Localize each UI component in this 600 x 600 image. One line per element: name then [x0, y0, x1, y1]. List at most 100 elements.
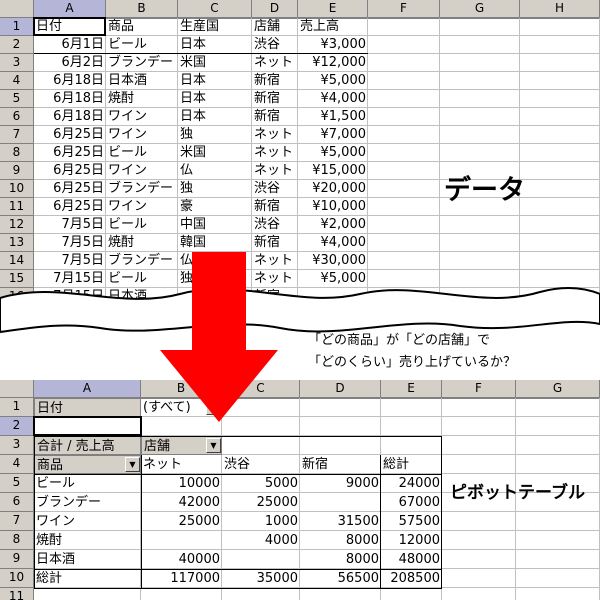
data-cell[interactable]: ネット	[252, 144, 298, 162]
data-cell[interactable]: ネット	[252, 162, 298, 180]
data-cell[interactable]: 中国	[178, 216, 252, 234]
pivot-row-item[interactable]: 焼酎	[34, 531, 141, 550]
data-cell[interactable]: 日本	[178, 36, 252, 54]
column-header-g[interactable]: G	[440, 0, 520, 18]
pivot-value-cell[interactable]: 42000	[141, 493, 222, 512]
data-cell[interactable]: 新宿	[252, 72, 298, 90]
pivot-row-header-4[interactable]: 4	[0, 455, 34, 474]
pivot-row-header-3[interactable]: 3	[0, 436, 34, 455]
data-cell[interactable]: ワイン	[106, 198, 178, 216]
header-cell[interactable]: 売上高	[298, 18, 368, 36]
pivot-value-cell[interactable]: 48000	[381, 550, 442, 569]
pivot-row-header-9[interactable]: 9	[0, 550, 34, 569]
data-cell[interactable]: ビール	[106, 36, 178, 54]
data-cell[interactable]: 米国	[178, 54, 252, 72]
data-cell[interactable]: 米国	[178, 144, 252, 162]
data-cell[interactable]: 6月18日	[34, 108, 106, 126]
pivot-value-cell[interactable]: 35000	[222, 569, 300, 588]
data-cell[interactable]: 焼酎	[106, 90, 178, 108]
header-cell[interactable]: 商品	[106, 18, 178, 36]
data-cell[interactable]: 6月25日	[34, 162, 106, 180]
pivot-value-cell[interactable]: 40000	[141, 550, 222, 569]
pivot-select-all-corner[interactable]	[0, 380, 34, 398]
data-cell[interactable]: ¥4,000	[298, 90, 368, 108]
data-cell[interactable]: ¥20,000	[298, 180, 368, 198]
pivot-value-cell[interactable]	[300, 493, 381, 512]
pivot-row-header-10[interactable]: 10	[0, 569, 34, 588]
pivot-value-cell[interactable]: 9000	[300, 474, 381, 493]
pivot-row-header-11[interactable]: 11	[0, 588, 34, 600]
row-field-dropdown-button[interactable]: ▼	[125, 457, 140, 472]
data-cell[interactable]: 日本	[178, 90, 252, 108]
pivot-column-header-e[interactable]: E	[381, 380, 442, 398]
data-cell[interactable]: 6月2日	[34, 54, 106, 72]
column-header-a[interactable]: A	[34, 0, 106, 18]
data-cell[interactable]: 新宿	[252, 90, 298, 108]
data-cell[interactable]: 焼酎	[106, 234, 178, 252]
row-header-14[interactable]: 14	[0, 252, 34, 270]
data-cell[interactable]: 豪	[178, 198, 252, 216]
pivot-value-cell[interactable]: 10000	[141, 474, 222, 493]
row-header-6[interactable]: 6	[0, 108, 34, 126]
data-cell[interactable]: 独	[178, 126, 252, 144]
row-header-7[interactable]: 7	[0, 126, 34, 144]
data-cell[interactable]: ブランデー	[106, 180, 178, 198]
pivot-value-cell[interactable]: 57500	[381, 512, 442, 531]
pivot-row-header-7[interactable]: 7	[0, 512, 34, 531]
data-cell[interactable]: ワイン	[106, 162, 178, 180]
column-header-e[interactable]: E	[298, 0, 368, 18]
header-cell[interactable]: 生産国	[178, 18, 252, 36]
data-cell[interactable]: 韓国	[178, 234, 252, 252]
data-cell[interactable]: ¥3,000	[298, 36, 368, 54]
pivot-row-header-1[interactable]: 1	[0, 398, 34, 417]
data-cell[interactable]: ¥30,000	[298, 252, 368, 270]
row-header-13[interactable]: 13	[0, 234, 34, 252]
data-cell[interactable]: 6月18日	[34, 72, 106, 90]
row-header-12[interactable]: 12	[0, 216, 34, 234]
data-cell[interactable]: 渋谷	[252, 180, 298, 198]
data-cell[interactable]: ネット	[252, 54, 298, 72]
data-cell[interactable]: 6月25日	[34, 144, 106, 162]
data-cell[interactable]: 6月18日	[34, 90, 106, 108]
pivot-column-header-f[interactable]: F	[442, 380, 516, 398]
header-cell[interactable]: 店舗	[252, 18, 298, 36]
data-cell[interactable]: ブランデー	[106, 54, 178, 72]
data-cell[interactable]: 6月25日	[34, 198, 106, 216]
data-cell[interactable]: 日本	[178, 108, 252, 126]
column-header-h[interactable]: H	[520, 0, 600, 18]
data-cell[interactable]: 7月5日	[34, 234, 106, 252]
pivot-row-header-2[interactable]: 2	[0, 417, 34, 436]
row-header-5[interactable]: 5	[0, 90, 34, 108]
pivot-column-item[interactable]: ネット	[141, 455, 222, 474]
data-cell[interactable]: ネット	[252, 126, 298, 144]
pivot-value-cell[interactable]: 31500	[300, 512, 381, 531]
row-header-4[interactable]: 4	[0, 72, 34, 90]
pivot-row-header-5[interactable]: 5	[0, 474, 34, 493]
pivot-value-cell[interactable]: 1000	[222, 512, 300, 531]
row-header-2[interactable]: 2	[0, 36, 34, 54]
data-cell[interactable]: ¥10,000	[298, 198, 368, 216]
row-header-8[interactable]: 8	[0, 144, 34, 162]
pivot-column-header-a[interactable]: A	[34, 380, 141, 398]
row-header-1[interactable]: 1	[0, 18, 34, 36]
pivot-column-header-g[interactable]: G	[516, 380, 600, 398]
data-cell[interactable]: 6月25日	[34, 126, 106, 144]
data-cell[interactable]: 新宿	[252, 108, 298, 126]
pivot-value-cell[interactable]: 56500	[300, 569, 381, 588]
pivot-column-item[interactable]: 総計	[381, 455, 442, 474]
pivot-value-cell[interactable]	[141, 531, 222, 550]
column-header-f[interactable]: F	[368, 0, 440, 18]
pivot-value-cell[interactable]: 5000	[222, 474, 300, 493]
data-cell[interactable]: ¥4,000	[298, 234, 368, 252]
data-cell[interactable]: ビール	[106, 144, 178, 162]
data-field-label[interactable]: 合計 / 売上高	[34, 436, 141, 455]
pivot-column-item[interactable]: 新宿	[300, 455, 381, 474]
data-cell[interactable]: 6月1日	[34, 36, 106, 54]
pivot-value-cell[interactable]: 25000	[222, 493, 300, 512]
data-cell[interactable]: ワイン	[106, 126, 178, 144]
data-cell[interactable]: ビール	[106, 216, 178, 234]
pivot-row-item[interactable]: ビール	[34, 474, 141, 493]
pivot-column-header-d[interactable]: D	[300, 380, 381, 398]
row-header-10[interactable]: 10	[0, 180, 34, 198]
pivot-value-cell[interactable]: 8000	[300, 531, 381, 550]
